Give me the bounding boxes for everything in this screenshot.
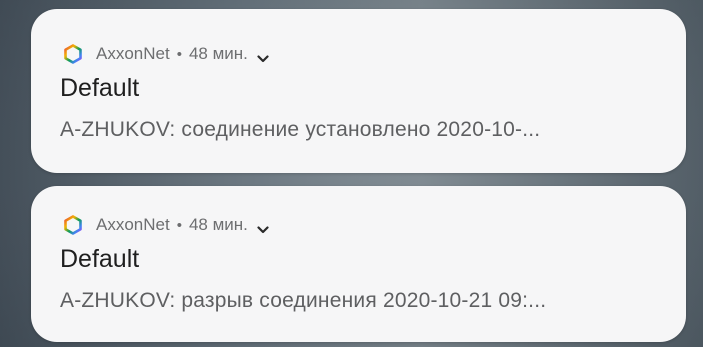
app-name: AxxonNet — [96, 44, 170, 63]
separator-dot: • — [176, 216, 182, 234]
notification-body: A-ZHUKOV: соединение установлено 2020-10… — [60, 118, 541, 141]
hexagon-logo-icon — [63, 215, 83, 235]
notification-card[interactable]: AxxonNet • 48 мин. Default A-ZHUKOV: сое… — [31, 9, 686, 173]
notification-body: A-ZHUKOV: разрыв соединения 2020-10-21 0… — [60, 289, 547, 312]
notification-header: AxxonNet • 48 мин. — [63, 42, 269, 66]
notification-header: AxxonNet • 48 мин. — [63, 213, 269, 237]
notification-time: 48 мин. — [188, 215, 248, 234]
notification-card[interactable]: AxxonNet • 48 мин. Default A-ZHUKOV: раз… — [31, 186, 686, 342]
hexagon-logo-icon — [63, 44, 83, 64]
app-name: AxxonNet — [96, 215, 170, 234]
notification-title: Default — [60, 74, 140, 102]
chevron-down-icon[interactable] — [257, 50, 269, 63]
chevron-down-icon[interactable] — [257, 221, 269, 234]
separator-dot: • — [176, 45, 182, 63]
notification-time: 48 мин. — [188, 44, 248, 63]
notification-title: Default — [60, 245, 140, 273]
